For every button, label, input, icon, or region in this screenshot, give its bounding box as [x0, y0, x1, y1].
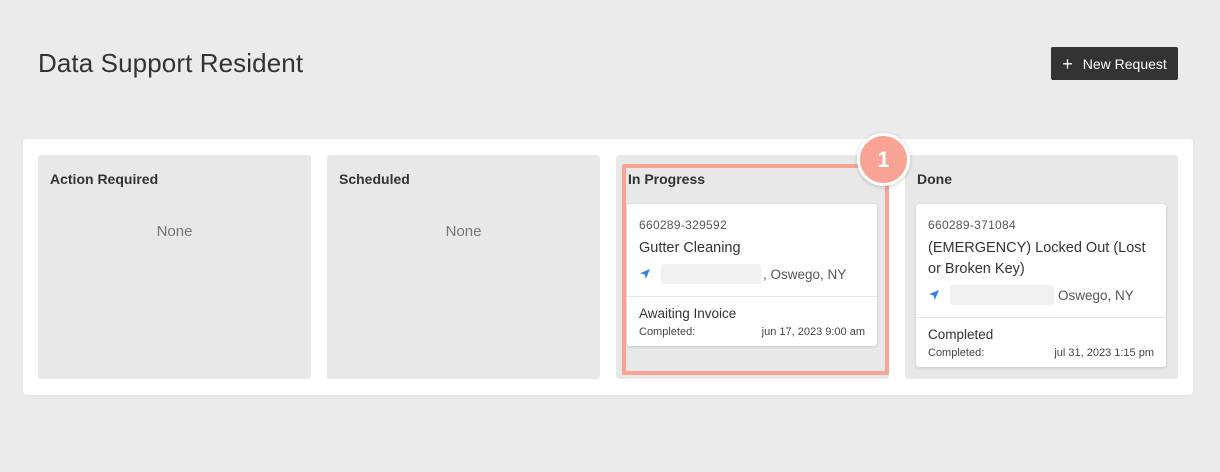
completed-date: jul 31, 2023 1:15 pm: [1054, 347, 1154, 359]
request-id: 660289-371084: [928, 218, 1016, 232]
new-request-button[interactable]: + New Request: [1051, 47, 1178, 80]
request-board: Action Required None Scheduled None In P…: [23, 139, 1193, 395]
column-action-required: Action Required None: [38, 155, 311, 379]
request-card-locked-out[interactable]: 660289-371084 (EMERGENCY) Locked Out (Lo…: [916, 204, 1166, 367]
address-text: Oswego, NY: [1058, 287, 1134, 303]
column-title: Action Required: [50, 171, 159, 187]
column-empty-text: None: [156, 223, 193, 240]
request-title: (EMERGENCY) Locked Out (Lost or Broken K…: [928, 240, 1146, 277]
column-done: Done 660289-371084 (EMERGENCY) Locked Ou…: [905, 155, 1178, 379]
column-title: Scheduled: [339, 171, 410, 187]
redacted-street: [950, 285, 1054, 305]
completed-label: Completed:: [928, 347, 985, 359]
highlight-annotation: [622, 164, 889, 375]
plus-icon: +: [1062, 53, 1073, 74]
step-badge: 1: [857, 133, 910, 186]
column-scheduled: Scheduled None: [327, 155, 600, 379]
card-divider: [916, 317, 1166, 318]
page-title: Data Support Resident: [38, 48, 304, 78]
column-title: Done: [917, 171, 952, 187]
request-status: Completed: [928, 327, 994, 342]
new-request-label: New Request: [1082, 55, 1167, 72]
location-arrow-icon: [929, 290, 939, 300]
column-empty-text: None: [445, 223, 482, 240]
request-address: Oswego, NY: [928, 285, 1134, 305]
